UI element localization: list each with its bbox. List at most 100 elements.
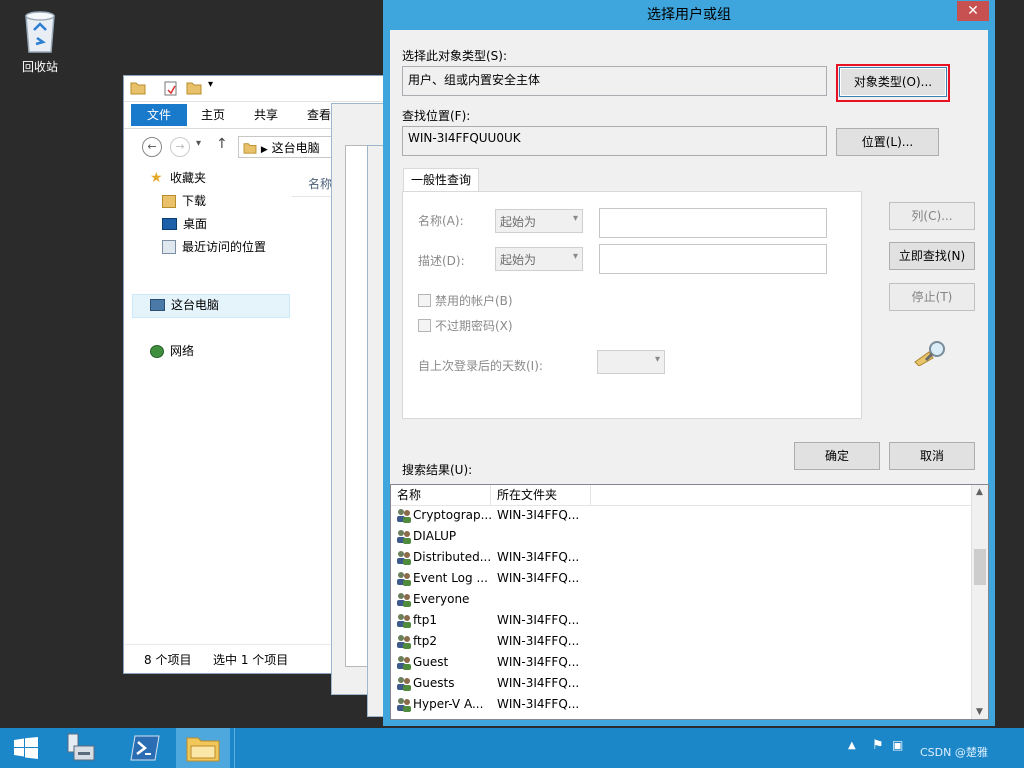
common-queries-panel: 名称(A): 起始为 ▾ 描述(D): 起始为 ▾ 禁用的帐户(B) 不过期密码… [402, 191, 862, 419]
result-row[interactable]: Distributed... WIN-3I4FFQ... [391, 547, 971, 568]
status-selected-count: 选中 1 个项目 [213, 653, 289, 667]
ok-button[interactable]: 确定 [794, 442, 880, 470]
result-name: Guests [413, 676, 455, 690]
result-folder: WIN-3I4FFQ... [497, 550, 580, 564]
days-since-login-select[interactable]: ▾ [597, 350, 665, 374]
file-explorer-icon [186, 737, 220, 762]
file-explorer-taskbar-button[interactable] [176, 728, 230, 768]
ribbon-tab-view[interactable]: 查看 [307, 106, 331, 123]
search-magnifier-icon [914, 341, 945, 366]
description-label: 描述(D): [418, 254, 465, 268]
column-header-name[interactable]: 名称 [308, 175, 332, 192]
result-folder: WIN-3I4FFQ... [497, 676, 580, 690]
results-header: 名称 所在文件夹 [391, 485, 971, 506]
user-group-icon [397, 551, 411, 565]
non-expiring-password-checkbox[interactable]: 不过期密码(X) [418, 317, 513, 334]
result-row[interactable]: Cryptograp... WIN-3I4FFQ... [391, 505, 971, 526]
nav-item-desktop[interactable]: 桌面 [162, 214, 207, 234]
result-row[interactable]: Everyone [391, 589, 971, 610]
taskbar: ▲ ⚑ ▣ CSDN @楚雅 [0, 728, 1024, 768]
result-row[interactable]: ftp2 WIN-3I4FFQ... [391, 631, 971, 652]
star-icon: ★ [150, 170, 163, 186]
object-type-field: 用户、组或内置安全主体 [402, 66, 827, 96]
network-tray-icon[interactable]: ▣ [892, 738, 903, 752]
nav-item-network[interactable]: 网络 [150, 341, 194, 361]
result-row[interactable]: Guests WIN-3I4FFQ... [391, 673, 971, 694]
close-button[interactable]: ✕ [957, 1, 989, 21]
cancel-button[interactable]: 取消 [889, 442, 975, 470]
nav-label: 最近访问的位置 [182, 240, 267, 254]
column-header-folder[interactable]: 所在文件夹 [491, 485, 591, 505]
user-group-icon [397, 635, 411, 649]
breadcrumb-chevron-icon: ▶ [260, 145, 268, 155]
result-name: Event Log ... [413, 571, 488, 585]
result-row[interactable]: Guest WIN-3I4FFQ... [391, 652, 971, 673]
action-center-flag-icon[interactable]: ⚑ [872, 738, 884, 753]
disabled-accounts-checkbox[interactable]: 禁用的帐户(B) [418, 292, 513, 309]
object-types-button[interactable]: 对象类型(O)... [839, 67, 947, 97]
nav-label: 桌面 [183, 217, 208, 231]
user-group-icon [397, 698, 411, 712]
tray-chevron-up-icon[interactable]: ▲ [848, 740, 856, 751]
server-manager-icon [67, 733, 95, 761]
new-folder-icon[interactable] [186, 81, 202, 95]
explorer-titlebar[interactable]: ▾ [124, 76, 424, 102]
network-icon [150, 344, 164, 358]
forward-button-icon[interactable]: → [170, 137, 190, 157]
powershell-icon [130, 735, 160, 761]
stop-button[interactable]: 停止(T) [889, 283, 975, 311]
description-match-select[interactable]: 起始为 ▾ [495, 247, 583, 271]
columns-button[interactable]: 列(C)... [889, 202, 975, 230]
powershell-taskbar-button[interactable] [118, 728, 172, 768]
result-name: ftp2 [413, 634, 437, 648]
ribbon-tab-home[interactable]: 主页 [201, 106, 225, 123]
recent-locations-chevron-icon[interactable]: ▾ [196, 138, 201, 149]
scrollbar-thumb[interactable] [974, 549, 986, 585]
ribbon-tab-file[interactable]: 文件 [131, 104, 187, 126]
nav-item-recent-places[interactable]: 最近访问的位置 [162, 237, 266, 257]
user-group-icon [397, 509, 411, 523]
result-name: DIALUP [413, 529, 457, 543]
folder-icon [243, 143, 257, 154]
address-text: 这台电脑 [271, 141, 320, 155]
nav-label: 下载 [182, 194, 207, 208]
tab-common-queries[interactable]: 一般性查询 [403, 168, 479, 193]
ribbon-tab-share[interactable]: 共享 [254, 106, 278, 123]
result-row[interactable]: DIALUP [391, 526, 971, 547]
result-name: Guest [413, 655, 449, 669]
quick-access-dropdown-icon[interactable]: ▾ [208, 79, 213, 90]
results-scrollbar[interactable]: ▲ ▼ [971, 485, 988, 719]
result-row[interactable]: ftp1 WIN-3I4FFQ... [391, 610, 971, 631]
nav-item-downloads[interactable]: 下载 [162, 191, 206, 211]
scroll-down-arrow-icon[interactable]: ▼ [976, 707, 983, 717]
back-button-icon[interactable]: ← [142, 137, 162, 157]
locations-button[interactable]: 位置(L)... [836, 128, 939, 156]
name-match-select[interactable]: 起始为 ▾ [495, 209, 583, 233]
navigation-pane: ★ 收藏夹 下载 桌面 最近访问的位置 这台电脑 网络 [132, 168, 292, 628]
result-folder: WIN-3I4FFQ... [497, 508, 580, 522]
taskbar-separator [234, 728, 235, 768]
close-icon: ✕ [967, 3, 979, 19]
name-input[interactable] [599, 208, 827, 238]
search-results-list[interactable]: 名称 所在文件夹 Cryptograp... WIN-3I4FFQ... DIALU… [390, 484, 989, 720]
select-users-dialog[interactable]: 选择用户或组 ✕ 选择此对象类型(S): 用户、组或内置安全主体 对象类型(O)… [383, 0, 995, 726]
recycle-bin-shortcut[interactable]: 回收站 [14, 8, 66, 75]
user-group-icon [397, 530, 411, 544]
up-arrow-icon[interactable]: ↑ [216, 136, 228, 152]
nav-item-favorites[interactable]: ★ 收藏夹 [150, 168, 206, 188]
scroll-up-arrow-icon[interactable]: ▲ [976, 487, 983, 497]
column-header-name[interactable]: 名称 [391, 485, 491, 505]
downloads-folder-icon [162, 194, 176, 208]
location-label: 查找位置(F): [402, 109, 471, 123]
properties-icon[interactable] [164, 81, 178, 96]
description-input[interactable] [599, 244, 827, 274]
nav-item-this-pc[interactable]: 这台电脑 [150, 295, 219, 315]
find-now-button[interactable]: 立即查找(N) [889, 242, 975, 270]
result-folder: WIN-3I4FFQ... [497, 613, 580, 627]
user-group-icon [397, 614, 411, 628]
result-row[interactable]: Hyper-V A... WIN-3I4FFQ... [391, 694, 971, 715]
checkbox-box [418, 319, 431, 332]
start-button[interactable] [0, 728, 54, 768]
result-row[interactable]: Event Log ... WIN-3I4FFQ... [391, 568, 971, 589]
server-manager-taskbar-button[interactable] [54, 728, 108, 768]
